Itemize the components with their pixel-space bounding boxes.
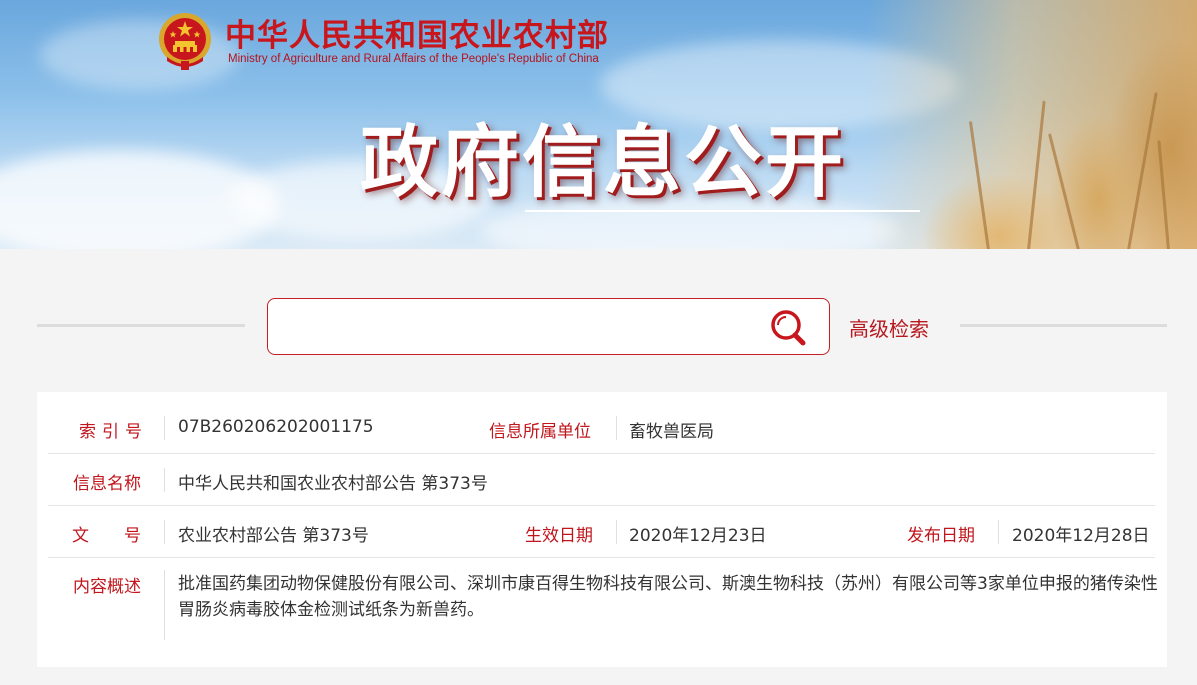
info-row-name: 信息名称 中华人民共和国农业农村部公告 第373号 [48,454,1155,506]
info-name-value: 中华人民共和国农业农村部公告 第373号 [178,474,488,494]
doc-no-value: 农业农村部公告 第373号 [178,526,369,546]
summary-value: 批准国药集团动物保健股份有限公司、深圳市康百得生物科技有限公司、斯澳生物科技（苏… [178,574,1158,620]
info-name-label: 信息名称 [73,474,141,494]
search-divider-left [37,324,245,327]
publish-date-value: 2020年12月28日 [1012,526,1150,546]
summary-label: 内容概述 [73,577,141,597]
info-row-index: 索引号 07B260206202001175 信息所属单位 畜牧兽医局 [48,402,1155,454]
page-title: 政府信息公开 [360,118,847,208]
title-underline [525,210,920,212]
unit-label: 信息所属单位 [489,422,591,442]
doc-no-label: 文号 [72,526,176,546]
effective-date-value: 2020年12月23日 [629,526,767,546]
info-row-doc: 文号 农业农村部公告 第373号 生效日期 2020年12月23日 发布日期 2… [48,506,1155,558]
search-input[interactable] [280,309,760,345]
search-box[interactable] [267,298,830,355]
index-no-label: 索引号 [79,422,148,442]
unit-value: 畜牧兽医局 [629,422,714,442]
ministry-name-cn: 中华人民共和国农业农村部 [225,18,609,54]
index-no-value: 07B260206202001175 [178,417,374,437]
info-panel: 索引号 07B260206202001175 信息所属单位 畜牧兽医局 信息名称… [37,392,1167,667]
national-emblem-icon [157,11,213,71]
search-divider-right [960,324,1167,327]
advanced-search-link[interactable]: 高级检索 [849,313,929,342]
header-banner: 中华人民共和国农业农村部 Ministry of Agriculture and… [0,0,1197,249]
search-icon [771,310,806,346]
publish-date-label: 发布日期 [907,526,975,546]
ministry-name-en: Ministry of Agriculture and Rural Affair… [228,53,599,65]
effective-date-label: 生效日期 [525,526,593,546]
search-button[interactable] [767,307,809,347]
info-row-summary: 内容概述 批准国药集团动物保健股份有限公司、深圳市康百得生物科技有限公司、斯澳生… [48,558,1158,650]
